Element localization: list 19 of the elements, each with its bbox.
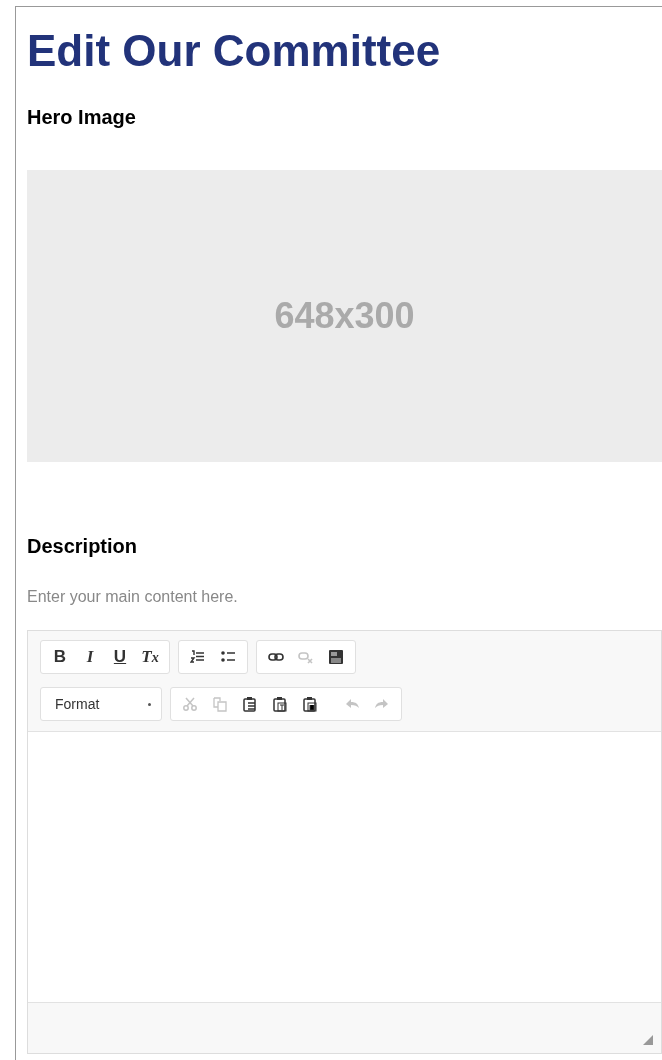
copy-icon xyxy=(212,696,228,712)
page-title: Edit Our Committee xyxy=(27,25,442,77)
italic-button[interactable]: I xyxy=(75,644,105,670)
image-size-text: 648x300 xyxy=(274,295,415,337)
format-dropdown[interactable]: Format xyxy=(40,687,162,721)
underline-button[interactable]: U xyxy=(105,644,135,670)
numbered-list-icon xyxy=(190,649,206,665)
clipboard-icon xyxy=(302,696,318,712)
video-icon xyxy=(328,649,344,665)
clipboard-icon xyxy=(272,696,288,712)
resize-handle-icon[interactable] xyxy=(643,1035,653,1045)
bold-button[interactable]: B xyxy=(45,644,75,670)
field-label: Hero Image xyxy=(27,105,137,129)
field-label: Description xyxy=(27,534,139,558)
clipboard-icon xyxy=(242,696,258,712)
broken-link-icon xyxy=(298,649,314,665)
help-text: Enter your main content here. xyxy=(27,588,239,606)
bulleted-list-icon xyxy=(220,649,236,665)
scissors-icon xyxy=(182,696,198,712)
